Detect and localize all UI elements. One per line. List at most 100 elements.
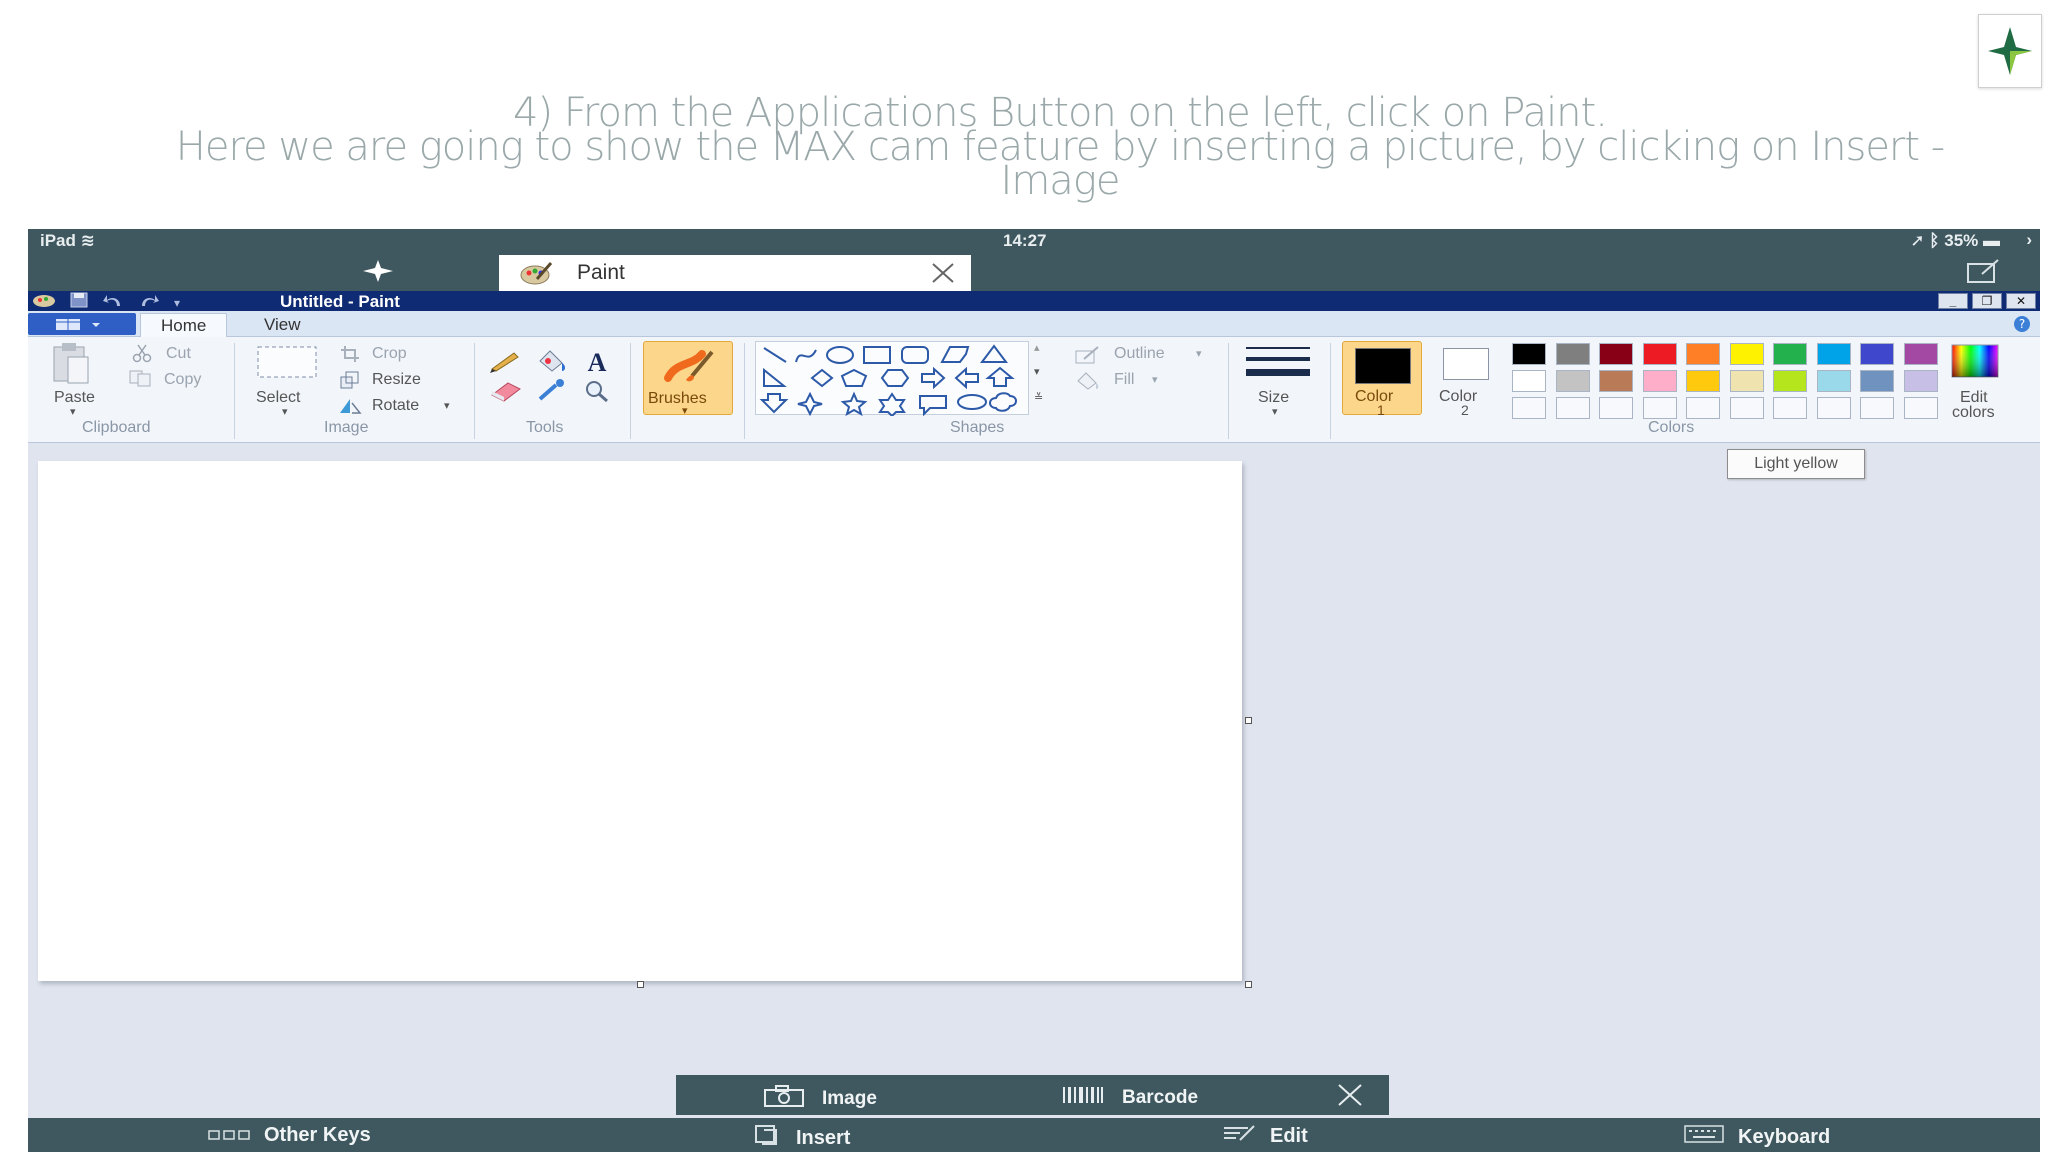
edit-colors-icon[interactable] (1950, 343, 2000, 384)
color-tooltip: Light yellow (1727, 449, 1865, 479)
canvas-resize-handle-corner[interactable] (1245, 981, 1252, 988)
palette-swatch[interactable] (1860, 370, 1894, 392)
size-dropdown-icon[interactable]: ▾ (1272, 405, 1278, 418)
palette-empty-slot[interactable] (1729, 397, 1764, 419)
canvas-resize-handle-bottom[interactable] (637, 981, 644, 988)
fill-button[interactable]: Fill (1114, 371, 1134, 389)
save-icon[interactable] (70, 292, 88, 313)
redo-icon[interactable] (138, 292, 160, 313)
maxcam-barcode-button[interactable]: Barcode (1062, 1085, 1198, 1111)
chevron-right-icon[interactable]: › (2026, 230, 2032, 250)
palette-swatch[interactable] (1686, 370, 1720, 392)
outline-button[interactable]: Outline (1114, 345, 1165, 363)
maxcam-image-button[interactable]: Image (764, 1085, 877, 1113)
palette-swatch[interactable] (1903, 343, 1938, 365)
palette-swatch[interactable] (1903, 370, 1938, 392)
eraser-icon[interactable] (488, 379, 524, 408)
palette-swatch[interactable] (1816, 343, 1851, 365)
rotate-button[interactable]: Rotate (372, 397, 419, 415)
other-keys-button[interactable]: Other Keys (208, 1124, 371, 1147)
palette-swatch[interactable] (1555, 370, 1590, 392)
status-bar: iPad ≋ 14:27 ➚ ᛒ 35% ▬ › (28, 229, 2040, 251)
palette-swatch[interactable] (1642, 370, 1677, 392)
fill-dropdown-icon[interactable]: ▾ (1152, 373, 1158, 386)
palette-swatch[interactable] (1816, 370, 1851, 392)
restore-button[interactable]: ❐ (1972, 293, 2002, 309)
palette-swatch[interactable] (1555, 343, 1590, 365)
fill-bucket-icon[interactable] (534, 349, 570, 378)
shapes-scroll-up-icon[interactable]: ▴ (1034, 341, 1040, 354)
palette-swatch[interactable] (1686, 343, 1720, 365)
paint-window-icon (32, 292, 56, 313)
file-menu-button[interactable] (28, 313, 136, 335)
brushes-dropdown-icon[interactable]: ▾ (682, 404, 688, 417)
palette-swatch[interactable] (1642, 343, 1677, 365)
app-tab-paint[interactable]: Paint (499, 255, 971, 291)
home-star-icon[interactable] (363, 260, 393, 287)
close-tab-icon[interactable] (931, 262, 955, 289)
palette-swatch[interactable] (1860, 343, 1894, 365)
color2-button[interactable]: Color 2 (1426, 341, 1506, 418)
palette-swatch[interactable] (1729, 370, 1764, 392)
edit-button[interactable]: Edit (1222, 1124, 1308, 1148)
palette-empty-slot[interactable] (1512, 397, 1546, 419)
tab-view[interactable]: View (244, 313, 321, 337)
color2-label: Color (1439, 388, 1478, 405)
color1-label: Color (1355, 388, 1394, 405)
paste-dropdown-icon[interactable]: ▾ (70, 405, 76, 418)
shapes-gallery[interactable] (755, 341, 1029, 418)
cut-button[interactable]: Cut (166, 345, 191, 363)
svg-text:A: A (588, 348, 607, 375)
palette-swatch[interactable] (1599, 343, 1633, 365)
pencil-icon[interactable] (488, 349, 524, 378)
edit-colors-label-2[interactable]: colors (1952, 404, 1995, 422)
maxcam-close-icon[interactable] (1336, 1083, 1364, 1113)
select-icon[interactable] (256, 345, 318, 384)
minimize-button[interactable]: _ (1938, 293, 1968, 309)
customize-toolbar-icon[interactable]: ▾ (174, 296, 180, 310)
outline-dropdown-icon[interactable]: ▾ (1196, 347, 1202, 360)
group-label-shapes: Shapes (950, 419, 1005, 436)
palette-swatch[interactable] (1773, 343, 1807, 365)
drawing-canvas[interactable] (38, 461, 1242, 981)
resize-button[interactable]: Resize (372, 371, 421, 389)
canvas-resize-handle-right[interactable] (1245, 717, 1252, 724)
insert-button[interactable]: Insert (754, 1124, 850, 1152)
rotate-dropdown-icon[interactable]: ▾ (444, 399, 450, 412)
palette-empty-slot[interactable] (1642, 397, 1677, 419)
keyboard-label: Keyboard (1738, 1125, 1831, 1148)
palette-swatch[interactable] (1599, 370, 1633, 392)
palette-empty-slot[interactable] (1816, 397, 1851, 419)
select-button[interactable]: Select (256, 389, 300, 407)
tab-home[interactable]: Home (140, 313, 228, 337)
keyboard-button[interactable]: Keyboard (1684, 1124, 1830, 1150)
color-picker-icon[interactable] (534, 379, 570, 408)
help-icon[interactable]: ? (2012, 315, 2032, 338)
shapes-expand-icon[interactable]: ≚ (1034, 391, 1043, 404)
undo-icon[interactable] (102, 292, 124, 313)
edit-label: Edit (1270, 1124, 1308, 1147)
palette-swatch[interactable] (1729, 343, 1764, 365)
palette-swatch[interactable] (1773, 370, 1807, 392)
select-dropdown-icon[interactable]: ▾ (282, 405, 288, 418)
palette-empty-slot[interactable] (1686, 397, 1720, 419)
tab-label: Paint (577, 261, 625, 284)
text-tool-icon[interactable]: A (582, 347, 612, 380)
brushes-button[interactable]: Brushes ▾ (643, 341, 733, 417)
palette-swatch[interactable] (1512, 343, 1546, 365)
magnifier-icon[interactable] (582, 379, 612, 408)
shapes-scroll-down-icon[interactable]: ▾ (1034, 365, 1040, 378)
color1-button[interactable]: Color 1 (1342, 341, 1422, 418)
crop-button[interactable]: Crop (372, 345, 407, 363)
palette-empty-slot[interactable] (1860, 397, 1894, 419)
close-button[interactable]: ✕ (2006, 293, 2036, 309)
palette-empty-slot[interactable] (1903, 397, 1938, 419)
compose-icon[interactable] (1966, 258, 2000, 289)
palette-empty-slot[interactable] (1773, 397, 1807, 419)
palette-empty-slot[interactable] (1599, 397, 1633, 419)
copy-button[interactable]: Copy (164, 371, 201, 389)
palette-swatch[interactable] (1512, 370, 1546, 392)
palette-empty-slot[interactable] (1555, 397, 1590, 419)
paste-icon[interactable] (48, 341, 92, 390)
location-icon: ➚ (1910, 231, 1925, 250)
